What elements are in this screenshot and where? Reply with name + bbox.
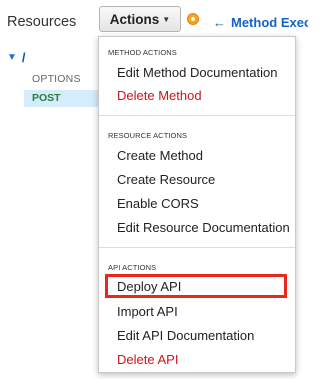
- section-title-resource-actions: RESOURCE ACTIONS: [108, 131, 188, 140]
- chevron-down-icon: ▼: [162, 14, 171, 24]
- method-execution-label: Method Exec: [231, 15, 308, 30]
- menu-item-import-api[interactable]: Import API: [117, 304, 287, 319]
- menu-item-enable-cors[interactable]: Enable CORS: [117, 196, 287, 211]
- method-execution-link[interactable]: ← Method Exec: [213, 15, 308, 30]
- actions-button-label: Actions: [109, 11, 160, 27]
- section-title-api-actions: API ACTIONS: [108, 263, 157, 272]
- arrow-left-icon: ←: [213, 15, 226, 30]
- menu-item-delete-method[interactable]: Delete Method: [117, 88, 287, 103]
- status-dot-icon: [187, 13, 199, 25]
- resource-tree-root[interactable]: ▼ /: [7, 50, 26, 65]
- section-title-method-actions: METHOD ACTIONS: [108, 48, 177, 57]
- menu-item-edit-resource-documentation[interactable]: Edit Resource Documentation: [117, 220, 290, 235]
- caret-down-icon[interactable]: ▼: [7, 52, 17, 63]
- menu-divider: [99, 247, 295, 248]
- api-gateway-page: Resources ▼ / OPTIONS POST Actions ▼ ← M…: [0, 0, 308, 379]
- menu-item-deploy-api[interactable]: Deploy API: [117, 279, 287, 294]
- root-path-label[interactable]: /: [22, 50, 26, 65]
- menu-item-create-method[interactable]: Create Method: [117, 148, 287, 163]
- menu-item-edit-api-documentation[interactable]: Edit API Documentation: [117, 328, 287, 343]
- menu-divider: [99, 115, 295, 116]
- resources-title: Resources: [7, 14, 77, 30]
- method-post-selected[interactable]: POST: [24, 90, 104, 107]
- method-options[interactable]: OPTIONS: [24, 73, 104, 85]
- menu-item-edit-method-documentation[interactable]: Edit Method Documentation: [117, 65, 287, 80]
- actions-button[interactable]: Actions ▼: [99, 6, 181, 32]
- actions-dropdown-menu: METHOD ACTIONS Edit Method Documentation…: [98, 36, 296, 373]
- menu-item-delete-api[interactable]: Delete API: [117, 352, 287, 367]
- menu-item-create-resource[interactable]: Create Resource: [117, 172, 287, 187]
